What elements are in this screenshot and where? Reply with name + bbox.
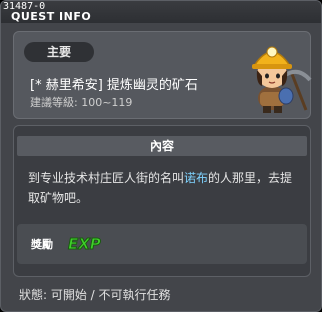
- window-title: QUEST INFO: [11, 10, 92, 23]
- exp-text: EXP: [68, 235, 101, 253]
- recommended-level: 建議等級: 100~119: [30, 96, 133, 109]
- quest-type-badge: 主要: [24, 42, 94, 62]
- quest-status: 狀態: 可開始 / 不可執行任務: [19, 288, 171, 302]
- npc-name-link[interactable]: 诺布: [184, 171, 208, 185]
- miner-npc-portrait-icon: [252, 46, 312, 113]
- quest-name: [* 赫里希安] 提炼幽灵的矿石: [30, 78, 198, 93]
- exp-reward-icon: EXP: [68, 235, 102, 254]
- window-header[interactable]: 31487-0 QUEST INFO: [1, 1, 321, 23]
- content-header: 內容: [17, 136, 307, 156]
- reward-label: 獎勵: [31, 238, 53, 251]
- desc-text-start: 到专业技术村庄匠人街的名叫: [28, 171, 185, 185]
- quest-description: 到专业技术村庄匠人街的名叫诺布的人那里，去提取矿物吧。: [28, 168, 300, 208]
- quest-summary-panel: 主要 [* 赫里希安] 提炼幽灵的矿石 建議等級: 100~119: [13, 31, 312, 119]
- reward-row: 獎勵 EXP: [17, 224, 307, 264]
- quest-content-panel: 內容 到专业技术村庄匠人街的名叫诺布的人那里，去提取矿物吧。 獎勵 EXP: [13, 125, 311, 277]
- quest-info-window: 31487-0 QUEST INFO 主要 [* 赫里希安] 提炼幽灵的矿石 建…: [0, 0, 322, 312]
